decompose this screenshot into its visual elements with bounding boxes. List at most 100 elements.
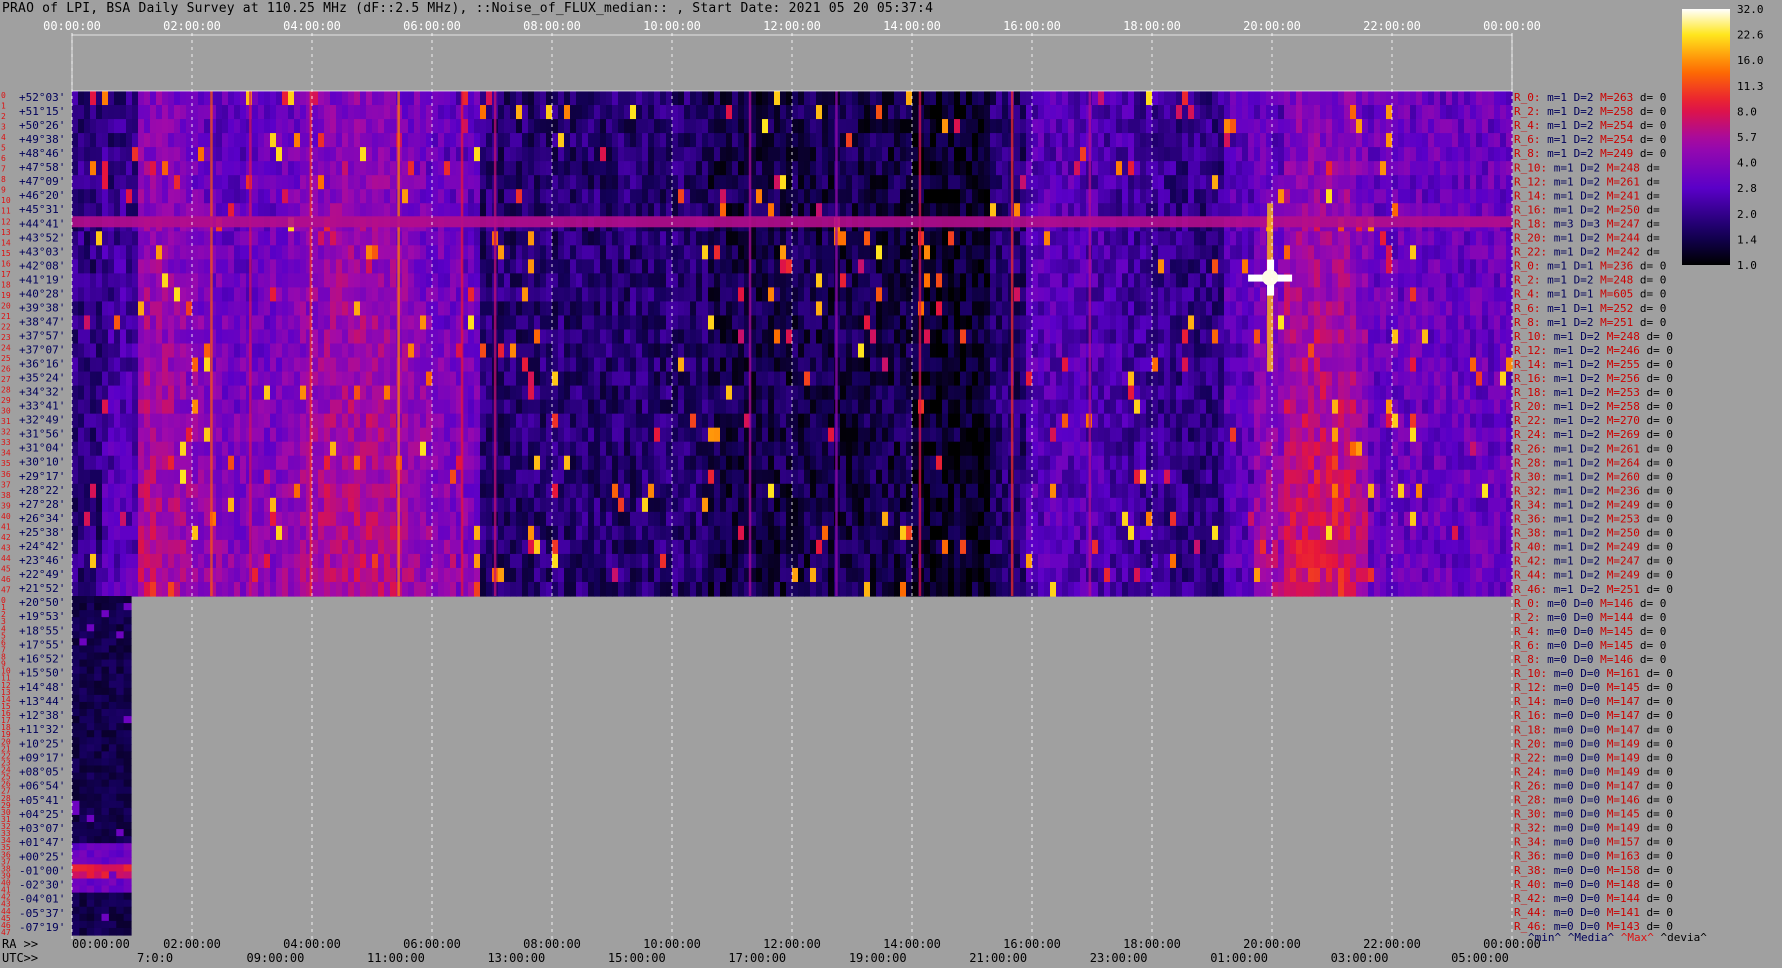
heatmap-cell bbox=[354, 301, 361, 317]
heatmap-cell bbox=[720, 91, 727, 106]
heatmap-cell bbox=[360, 371, 367, 387]
heatmap-cell bbox=[234, 189, 241, 204]
heatmap-cell bbox=[582, 371, 589, 387]
heatmap-cell bbox=[384, 287, 391, 303]
heatmap-cell bbox=[378, 287, 385, 303]
heatmap-cell bbox=[282, 525, 289, 541]
heatmap-cell bbox=[678, 119, 685, 134]
heatmap-cell bbox=[888, 427, 895, 443]
heatmap-cell bbox=[762, 189, 769, 204]
heatmap-cell bbox=[108, 497, 115, 513]
heatmap-cell bbox=[846, 469, 853, 485]
heatmap-cell bbox=[504, 189, 511, 204]
heatmap-cell bbox=[660, 203, 667, 218]
heatmap-cell bbox=[558, 147, 565, 162]
heatmap-cell bbox=[870, 567, 877, 583]
heatmap-cell bbox=[114, 413, 121, 429]
heatmap-cell bbox=[714, 483, 721, 499]
heatmap-cell bbox=[120, 497, 127, 513]
heatmap-cell bbox=[90, 175, 97, 190]
heatmap-cell bbox=[156, 539, 163, 555]
heatmap-cell bbox=[126, 469, 133, 485]
heatmap-cell bbox=[894, 245, 901, 260]
heatmap-cell bbox=[774, 399, 781, 415]
heatmap-cell bbox=[84, 413, 91, 429]
heatmap-cell bbox=[264, 357, 271, 373]
heatmap-cell bbox=[174, 357, 181, 373]
heatmap-cell bbox=[408, 371, 415, 387]
heatmap-cell bbox=[684, 581, 691, 597]
heatmap-cell bbox=[432, 245, 439, 260]
heatmap-cell bbox=[72, 441, 79, 457]
heatmap-cell bbox=[498, 147, 505, 162]
heatmap-cell bbox=[780, 343, 787, 359]
heatmap-cell bbox=[726, 231, 733, 246]
heatmap-cell bbox=[336, 161, 343, 176]
heatmap-cell bbox=[732, 525, 739, 541]
heatmap-cell bbox=[420, 427, 427, 443]
heatmap-cell bbox=[732, 119, 739, 134]
heatmap-cell bbox=[330, 259, 337, 274]
heatmap-cell bbox=[588, 105, 595, 120]
heatmap-cell bbox=[510, 175, 517, 190]
heatmap-cell bbox=[72, 189, 79, 204]
heatmap-cell bbox=[258, 413, 265, 429]
heatmap-cell bbox=[648, 133, 655, 148]
heatmap-cell bbox=[372, 175, 379, 190]
heatmap-cell bbox=[540, 329, 547, 345]
heatmap-cell bbox=[678, 427, 685, 443]
heatmap-cell bbox=[762, 147, 769, 162]
heatmap-cell bbox=[156, 385, 163, 401]
heatmap-cell bbox=[288, 567, 295, 583]
heatmap-cell bbox=[852, 469, 859, 485]
heatmap-cell bbox=[720, 357, 727, 373]
heatmap-cell bbox=[804, 175, 811, 190]
heatmap-cell bbox=[204, 511, 211, 527]
heatmap-cell bbox=[552, 133, 559, 148]
heatmap-cell bbox=[894, 329, 901, 345]
heatmap-cell bbox=[240, 259, 247, 274]
heatmap-cell bbox=[576, 455, 583, 471]
heatmap-cell bbox=[198, 539, 205, 555]
heatmap-cell bbox=[672, 455, 679, 471]
heatmap-cell bbox=[840, 497, 847, 513]
heatmap-cell bbox=[636, 343, 643, 359]
heatmap-cell bbox=[780, 427, 787, 443]
heatmap-cell bbox=[96, 161, 103, 176]
heatmap-cell bbox=[642, 469, 649, 485]
heatmap-cell bbox=[114, 497, 121, 513]
heatmap-cell bbox=[276, 511, 283, 527]
heatmap-cell bbox=[108, 371, 115, 387]
heatmap-cell bbox=[804, 371, 811, 387]
heatmap-cell bbox=[504, 133, 511, 148]
heatmap-cell bbox=[366, 273, 373, 288]
heatmap-cell bbox=[780, 105, 787, 120]
heatmap-cell bbox=[630, 399, 637, 415]
heatmap-cell bbox=[570, 371, 577, 387]
heatmap-cell bbox=[270, 399, 277, 415]
heatmap-cell bbox=[420, 245, 427, 260]
heatmap-cell bbox=[726, 91, 733, 106]
heatmap-cell bbox=[78, 315, 85, 331]
heatmap-cell bbox=[372, 371, 379, 387]
heatmap-cell bbox=[714, 539, 721, 555]
heatmap-cell bbox=[258, 525, 265, 541]
heatmap-cell bbox=[534, 343, 541, 359]
heatmap-cell bbox=[552, 203, 559, 218]
heatmap-cell bbox=[660, 189, 667, 204]
heatmap-cell bbox=[234, 483, 241, 499]
heatmap-cell bbox=[576, 231, 583, 246]
heatmap-cell bbox=[858, 105, 865, 120]
heatmap-cell bbox=[402, 567, 409, 583]
heatmap-cell bbox=[288, 287, 295, 303]
heatmap-cell bbox=[888, 455, 895, 471]
heatmap-cell bbox=[624, 525, 631, 541]
heatmap-cell bbox=[798, 539, 805, 555]
heatmap-cell bbox=[450, 105, 457, 120]
heatmap-cell bbox=[822, 371, 829, 387]
heatmap-cell bbox=[408, 273, 415, 288]
heatmap-cell bbox=[438, 133, 445, 148]
heatmap-cell bbox=[72, 119, 79, 134]
heatmap-cell bbox=[618, 413, 625, 429]
heatmap-cell bbox=[138, 147, 145, 162]
